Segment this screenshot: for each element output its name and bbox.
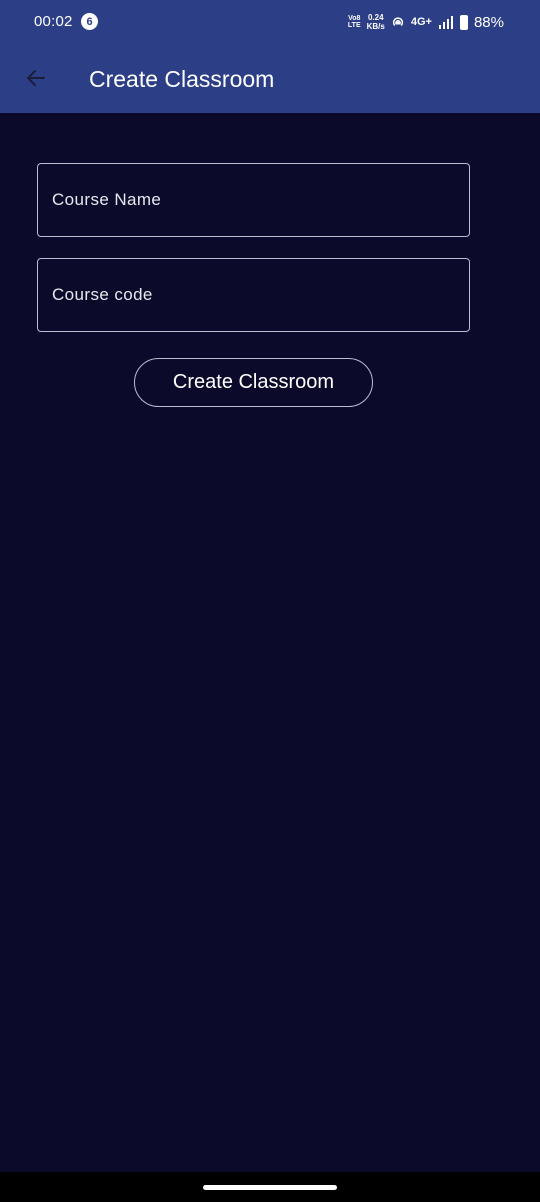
network-type: 4G+ — [410, 16, 432, 28]
status-bar: 00:02 6 Vo8 LTE 0.24 KB/s 4G+ 88% — [0, 0, 540, 44]
header: 00:02 6 Vo8 LTE 0.24 KB/s 4G+ 88% Create… — [0, 0, 540, 113]
volte-top-label: Vo8 — [348, 15, 361, 22]
create-classroom-button[interactable]: Create Classroom — [134, 358, 373, 407]
page-title: Create Classroom — [89, 66, 275, 92]
status-indicators: Vo8 LTE 0.24 KB/s 4G+ 88% — [348, 11, 504, 33]
course-code-field — [37, 258, 470, 332]
back-button[interactable] — [16, 58, 56, 98]
course-name-field — [37, 163, 470, 237]
volte-indicator: Vo8 LTE — [348, 15, 361, 29]
app-screen: 00:02 6 Vo8 LTE 0.24 KB/s 4G+ 88% Create… — [0, 0, 540, 1202]
network-speed-unit: KB/s — [366, 22, 385, 31]
home-indicator[interactable] — [203, 1185, 337, 1190]
course-name-input[interactable] — [38, 164, 469, 236]
network-speed-value: 0.24 — [367, 13, 384, 22]
network-speed: 0.24 KB/s — [367, 13, 385, 31]
hotspot-icon — [392, 17, 403, 27]
course-code-input[interactable] — [38, 259, 469, 331]
notification-count-badge: 6 — [81, 13, 98, 30]
navigation-bar — [0, 1172, 540, 1202]
status-time: 00:02 — [34, 13, 73, 30]
app-bar: Create Classroom — [0, 44, 540, 113]
signal-icon — [438, 16, 453, 29]
battery-icon — [459, 14, 468, 30]
battery-percentage: 88% — [473, 13, 504, 31]
arrow-left-icon — [27, 70, 45, 86]
volte-bottom-label: LTE — [347, 22, 361, 29]
